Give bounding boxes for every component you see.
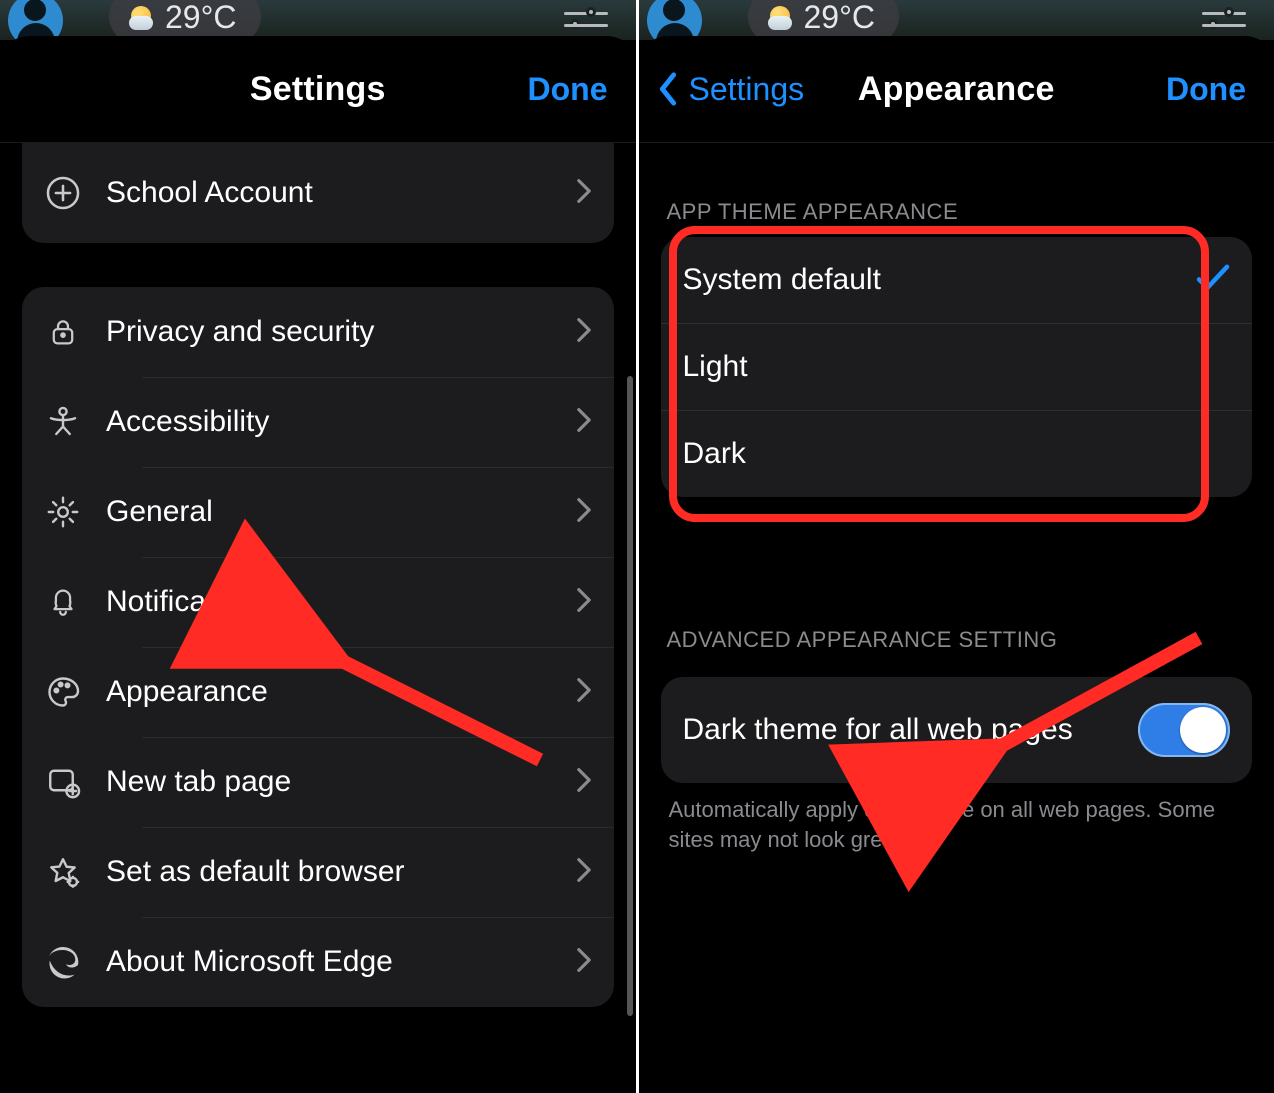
option-label: System default	[683, 263, 881, 297]
settings-item-notifications[interactable]: Notifications	[22, 557, 614, 647]
settings-item-school-account[interactable]: School Account	[22, 143, 614, 243]
back-button[interactable]: Settings	[657, 71, 805, 108]
settings-scroll[interactable]: School Account Privacy and security Acce…	[0, 143, 636, 1093]
star-gear-icon	[44, 853, 82, 891]
appearance-sheet: Settings Appearance Done APP THEME APPEA…	[639, 36, 1274, 1093]
chevron-right-icon	[576, 407, 592, 438]
settings-item-label: Appearance	[106, 675, 552, 709]
settings-item-label: New tab page	[106, 765, 552, 799]
accounts-card-partial: School Account	[22, 143, 614, 243]
settings-item-label: School Account	[106, 176, 552, 210]
person-icon	[44, 403, 82, 441]
back-label: Settings	[689, 71, 805, 108]
chevron-right-icon	[576, 497, 592, 528]
chevron-right-icon	[576, 767, 592, 798]
settings-header: Settings Done	[0, 36, 636, 143]
settings-item-new-tab-page[interactable]: New tab page	[22, 737, 614, 827]
scrollbar-indicator	[627, 376, 633, 1016]
weather-icon	[127, 4, 155, 32]
settings-item-general[interactable]: General	[22, 467, 614, 557]
page-title: Settings	[250, 70, 386, 109]
appearance-scroll[interactable]: APP THEME APPEARANCE System default Ligh…	[639, 179, 1274, 1093]
checkmark-icon	[1196, 264, 1230, 297]
settings-item-privacy[interactable]: Privacy and security	[22, 287, 614, 377]
appearance-header: Settings Appearance Done	[639, 36, 1274, 143]
option-label: Light	[683, 350, 748, 384]
settings-card: Privacy and security Accessibility Gener…	[22, 287, 614, 1007]
theme-option-dark[interactable]: Dark	[661, 410, 1253, 497]
settings-item-label: Set as default browser	[106, 855, 552, 889]
sliders-icon	[1202, 8, 1246, 32]
browser-top-strip: 29°C	[639, 0, 1274, 40]
browser-top-strip: 29°C	[0, 0, 636, 40]
theme-options-card: System default Light Dark	[661, 237, 1253, 497]
weather-temperature: 29°C	[804, 0, 876, 36]
theme-option-system-default[interactable]: System default	[661, 237, 1253, 323]
chevron-right-icon	[576, 857, 592, 888]
settings-item-accessibility[interactable]: Accessibility	[22, 377, 614, 467]
done-button[interactable]: Done	[528, 71, 608, 108]
chevron-right-icon	[576, 178, 592, 209]
settings-item-label: General	[106, 495, 552, 529]
chevron-right-icon	[576, 317, 592, 348]
section-header-theme: APP THEME APPEARANCE	[667, 199, 1247, 225]
dark-theme-all-toggle-row[interactable]: Dark theme for all web pages	[661, 677, 1253, 783]
dark-all-card: Dark theme for all web pages	[661, 677, 1253, 783]
footnote-text: Automatically apply dark theme on all we…	[669, 795, 1245, 854]
settings-item-default-browser[interactable]: Set as default browser	[22, 827, 614, 917]
settings-item-label: Privacy and security	[106, 315, 552, 349]
section-header-advanced: ADVANCED APPEARANCE SETTING	[667, 627, 1247, 653]
page-title: Appearance	[858, 70, 1055, 109]
chevron-right-icon	[576, 587, 592, 618]
settings-pane: 29°C Settings Done School Account	[0, 0, 636, 1093]
appearance-pane: 29°C Settings Appearance Done APP THEME …	[639, 0, 1274, 1093]
toggle-switch[interactable]	[1138, 703, 1230, 757]
settings-item-label: Notifications	[106, 585, 552, 619]
palette-icon	[44, 673, 82, 711]
option-label: Dark	[683, 437, 746, 471]
sliders-icon	[564, 8, 608, 32]
chevron-right-icon	[576, 677, 592, 708]
weather-temperature: 29°C	[165, 0, 237, 36]
chevron-right-icon	[576, 947, 592, 978]
theme-option-light[interactable]: Light	[661, 323, 1253, 410]
gear-icon	[44, 493, 82, 531]
settings-sheet: Settings Done School Account	[0, 36, 636, 1093]
plus-circle-icon	[44, 174, 82, 212]
edge-icon	[44, 943, 82, 981]
newtab-icon	[44, 763, 82, 801]
lock-icon	[44, 313, 82, 351]
settings-item-appearance[interactable]: Appearance	[22, 647, 614, 737]
settings-item-about-edge[interactable]: About Microsoft Edge	[22, 917, 614, 1007]
settings-item-label: Accessibility	[106, 405, 552, 439]
toggle-label: Dark theme for all web pages	[683, 711, 1115, 749]
done-button[interactable]: Done	[1166, 71, 1246, 108]
settings-item-label: About Microsoft Edge	[106, 945, 552, 979]
weather-icon	[766, 4, 794, 32]
bell-icon	[44, 583, 82, 621]
